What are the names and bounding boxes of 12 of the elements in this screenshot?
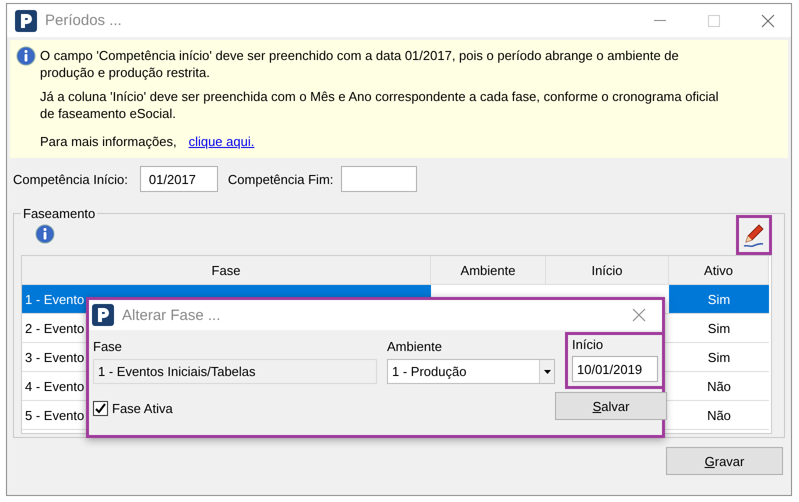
field-label: Início <box>572 337 604 352</box>
dialog-title: Alterar Fase ... <box>122 306 222 324</box>
info-text: O campo 'Competência início' deve ser preenchido com a data 01/2017, pois o período abrange o ambiente de produção e produção restrita. <box>40 47 680 81</box>
field-label: Ambiente <box>387 338 443 354</box>
checkbox-label: Fase Ativa <box>112 401 173 416</box>
group-title: Faseamento <box>22 206 96 221</box>
field-label: Competência Início: <box>13 172 128 186</box>
window-title: Períodos ... <box>45 12 123 29</box>
info-text: Já a coluna 'Início' deve ser preenchida com o Mês e Ano correspondente a cada fase, conforme o cronograma oficial de faseamento eSocial. <box>40 88 720 122</box>
field-label: Competência Fim: <box>228 172 334 186</box>
field-label: Fase <box>93 338 123 354</box>
info-text: Para mais informações, <box>40 133 177 150</box>
